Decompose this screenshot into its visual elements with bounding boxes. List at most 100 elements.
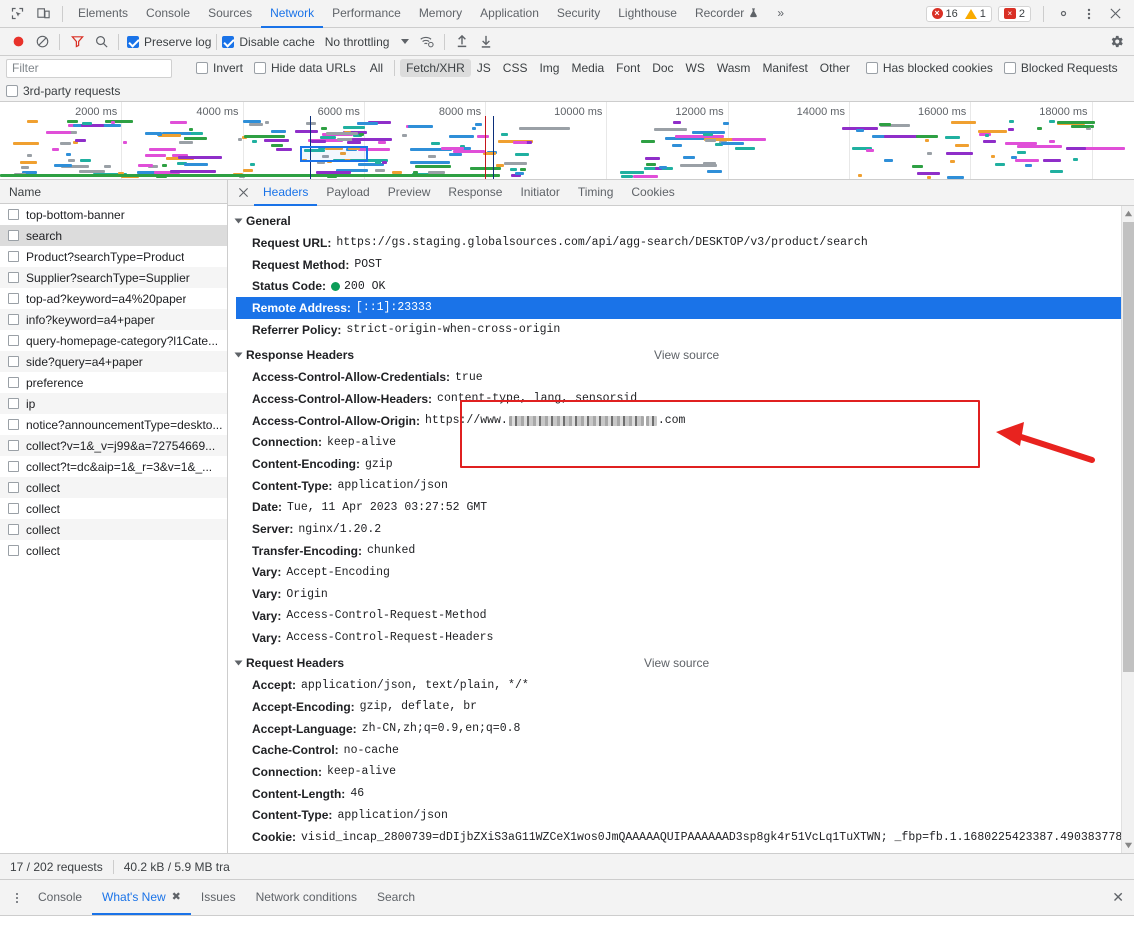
request-row-checkbox[interactable] (8, 251, 19, 262)
header-row[interactable]: Request Method:POST (236, 254, 1134, 276)
header-row[interactable]: Accept:application/json, text/plain, */* (236, 674, 1134, 696)
tab-initiator[interactable]: Initiator (511, 180, 568, 206)
network-settings-gear-icon[interactable] (1104, 30, 1128, 54)
issue-counts-badge[interactable]: × 16 1 (926, 6, 992, 22)
chevron-down-icon[interactable] (235, 353, 243, 358)
headers-section-title[interactable]: Response HeadersView source (236, 344, 1134, 366)
close-icon[interactable] (232, 182, 254, 204)
header-row[interactable]: Connection:keep-alive (236, 761, 1134, 783)
preserve-log-checkbox[interactable]: Preserve log (127, 35, 211, 49)
request-list-row[interactable]: info?keyword=a4+paper (0, 309, 227, 330)
tab-lighthouse[interactable]: Lighthouse (609, 0, 686, 28)
request-list-row[interactable]: side?query=a4+paper (0, 351, 227, 372)
tab-response[interactable]: Response (439, 180, 511, 206)
clear-icon[interactable] (30, 30, 54, 54)
view-source-link[interactable]: View source (644, 656, 709, 670)
header-row[interactable]: Content-Encoding:gzip (236, 453, 1134, 475)
filter-type-other[interactable]: Other (814, 59, 856, 77)
header-row[interactable]: Request URL:https://gs.staging.globalsou… (236, 232, 1134, 254)
tab-network[interactable]: Network (261, 0, 323, 28)
request-row-checkbox[interactable] (8, 356, 19, 367)
request-list-row[interactable]: collect (0, 540, 227, 561)
drawer-tab-issues[interactable]: Issues (191, 880, 246, 915)
request-row-checkbox[interactable] (8, 419, 19, 430)
invert-checkbox[interactable]: Invert (196, 61, 243, 75)
has-blocked-cookies-checkbox[interactable]: Has blocked cookies (866, 61, 993, 75)
scroll-up-arrow-icon[interactable] (1124, 209, 1133, 218)
tab-application[interactable]: Application (471, 0, 548, 28)
filter-type-js[interactable]: JS (471, 59, 497, 77)
filter-funnel-icon[interactable] (65, 30, 89, 54)
header-row[interactable]: Cookie:visid_incap_2800739=dDIjbZXiS3aG1… (236, 826, 1134, 848)
filter-type-css[interactable]: CSS (497, 59, 534, 77)
view-source-link[interactable]: View source (654, 348, 719, 362)
request-row-checkbox[interactable] (8, 377, 19, 388)
request-list-row[interactable]: Supplier?searchType=Supplier (0, 267, 227, 288)
request-list-row[interactable]: collect (0, 519, 227, 540)
headers-section-title[interactable]: General (236, 210, 1134, 232)
kebab-menu-icon[interactable] (6, 893, 28, 903)
request-list-row[interactable]: top-ad?keyword=a4%20paper (0, 288, 227, 309)
filter-input[interactable] (6, 59, 172, 78)
kebab-menu-icon[interactable] (1076, 1, 1102, 27)
scrollbar-thumb[interactable] (1123, 222, 1134, 672)
tab-headers[interactable]: Headers (254, 180, 317, 206)
request-row-checkbox[interactable] (8, 461, 19, 472)
request-list-row[interactable]: collect (0, 477, 227, 498)
search-icon[interactable] (89, 30, 113, 54)
tab-payload[interactable]: Payload (317, 180, 378, 206)
chevron-down-icon[interactable] (401, 39, 409, 44)
export-har-icon[interactable] (474, 30, 498, 54)
request-row-checkbox[interactable] (8, 545, 19, 556)
hide-data-urls-checkbox[interactable]: Hide data URLs (254, 61, 356, 75)
header-row[interactable]: Vary:Accept-Encoding (236, 562, 1134, 584)
network-overview-timeline[interactable]: 2000 ms4000 ms6000 ms8000 ms10000 ms1200… (0, 102, 1134, 180)
header-row[interactable]: Remote Address:[::1]:23333 (236, 297, 1134, 319)
request-list-row[interactable]: collect?t=dc&aip=1&_r=3&v=1&_... (0, 456, 227, 477)
header-row[interactable]: Content-Length:46 (236, 783, 1134, 805)
filter-type-doc[interactable]: Doc (646, 59, 679, 77)
header-row[interactable]: Vary:Access-Control-Request-Headers (236, 627, 1134, 649)
header-row[interactable]: Accept-Encoding:gzip, deflate, br (236, 696, 1134, 718)
gear-icon[interactable] (1050, 1, 1076, 27)
network-conditions-icon[interactable] (415, 30, 439, 54)
header-row[interactable]: Accept-Language:zh-CN,zh;q=0.9,en;q=0.8 (236, 718, 1134, 740)
request-row-checkbox[interactable] (8, 482, 19, 493)
filter-type-img[interactable]: Img (533, 59, 565, 77)
tab-cookies[interactable]: Cookies (622, 180, 683, 206)
header-row[interactable]: Content-Type:application/json (236, 475, 1134, 497)
more-tabs-button[interactable]: » (768, 0, 793, 28)
chevron-down-icon[interactable] (235, 219, 243, 224)
drawer-tab-whats-new[interactable]: What's New ✖ (92, 880, 191, 915)
request-list-row[interactable]: Product?searchType=Product (0, 246, 227, 267)
request-list-row[interactable]: collect (0, 498, 227, 519)
request-list-row[interactable]: search (0, 225, 227, 246)
header-row[interactable]: Status Code:200 OK (236, 275, 1134, 297)
filter-type-manifest[interactable]: Manifest (756, 59, 813, 77)
request-row-checkbox[interactable] (8, 209, 19, 220)
blocked-requests-checkbox[interactable]: Blocked Requests (1004, 61, 1118, 75)
request-list-row[interactable]: ip (0, 393, 227, 414)
drawer-tab-network-conditions[interactable]: Network conditions (246, 880, 367, 915)
headers-section-title[interactable]: Request HeadersView source (236, 652, 1134, 674)
header-row[interactable]: Connection:keep-alive (236, 432, 1134, 454)
request-row-checkbox[interactable] (8, 398, 19, 409)
filter-type-media[interactable]: Media (565, 59, 610, 77)
request-row-checkbox[interactable] (8, 272, 19, 283)
header-row[interactable]: Vary:Origin (236, 583, 1134, 605)
header-row[interactable]: Referrer Policy:strict-origin-when-cross… (236, 319, 1134, 341)
request-row-checkbox[interactable] (8, 314, 19, 325)
tab-performance[interactable]: Performance (323, 0, 410, 28)
inspect-element-icon[interactable] (4, 1, 30, 27)
request-row-checkbox[interactable] (8, 440, 19, 451)
chevron-down-icon[interactable] (235, 661, 243, 666)
third-party-requests-checkbox[interactable]: 3rd-party requests (6, 84, 120, 98)
filter-type-fetch-xhr[interactable]: Fetch/XHR (400, 59, 471, 77)
drawer-tab-console[interactable]: Console (28, 880, 92, 915)
import-har-icon[interactable] (450, 30, 474, 54)
throttling-dropdown[interactable]: No throttling (325, 35, 390, 49)
request-row-checkbox[interactable] (8, 335, 19, 346)
request-list-row[interactable]: preference (0, 372, 227, 393)
tab-memory[interactable]: Memory (410, 0, 471, 28)
header-row[interactable]: Content-Type:application/json (236, 805, 1134, 827)
